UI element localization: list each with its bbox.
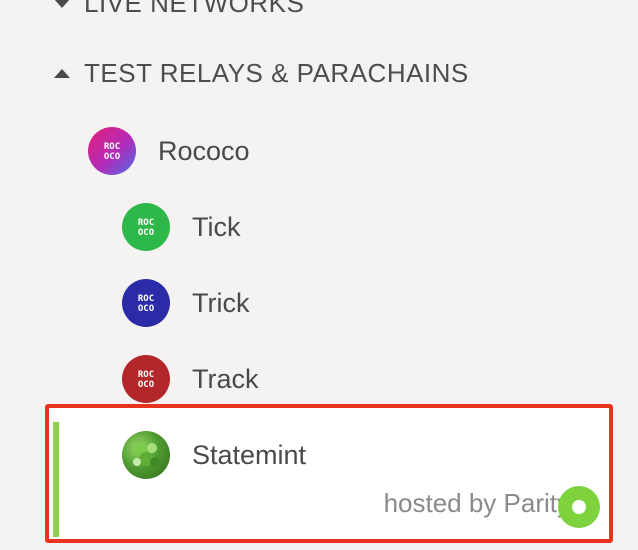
logo-text-bottom: OCO — [104, 152, 121, 162]
selected-accent-bar — [53, 422, 59, 537]
network-label-statemint: Statemint — [192, 439, 307, 470]
network-item-tick[interactable]: ROC OCO Tick — [122, 203, 241, 251]
logo-text-bottom: OCO — [138, 304, 155, 314]
tick-logo-icon: ROC OCO — [122, 203, 170, 251]
network-label-trick: Trick — [192, 287, 250, 318]
trick-logo-icon: ROC OCO — [122, 279, 170, 327]
network-item-statemint[interactable]: Statemint — [122, 431, 306, 479]
section-live-networks[interactable]: LIVE NETWORKS — [54, 0, 304, 19]
network-item-track[interactable]: ROC OCO Track — [122, 355, 259, 403]
provider-label: hosted by Parity — [383, 488, 570, 518]
connection-status-icon — [558, 486, 600, 528]
logo-text-top: ROC — [138, 294, 154, 304]
section-test-relays[interactable]: TEST RELAYS & PARACHAINS — [54, 58, 469, 89]
network-label-track: Track — [192, 363, 259, 394]
section-live-label: LIVE NETWORKS — [84, 0, 305, 18]
section-test-label: TEST RELAYS & PARACHAINS — [84, 58, 469, 88]
caret-down-icon — [54, 0, 70, 8]
leaf-icon — [122, 431, 170, 479]
network-selector: LIVE NETWORKS TEST RELAYS & PARACHAINS R… — [0, 0, 638, 550]
logo-text-top: ROC — [138, 370, 154, 380]
network-item-rococo[interactable]: ROC OCO Rococo — [88, 127, 250, 175]
rococo-logo-icon: ROC OCO — [88, 127, 136, 175]
logo-text-bottom: OCO — [138, 228, 155, 238]
network-item-trick[interactable]: ROC OCO Trick — [122, 279, 249, 327]
network-label-rococo: Rococo — [158, 135, 250, 166]
logo-text-bottom: OCO — [138, 380, 155, 390]
caret-up-icon — [54, 69, 70, 78]
logo-text-top: ROC — [104, 142, 120, 152]
network-label-tick: Tick — [192, 211, 241, 242]
logo-text-top: ROC — [138, 218, 154, 228]
track-logo-icon: ROC OCO — [122, 355, 170, 403]
